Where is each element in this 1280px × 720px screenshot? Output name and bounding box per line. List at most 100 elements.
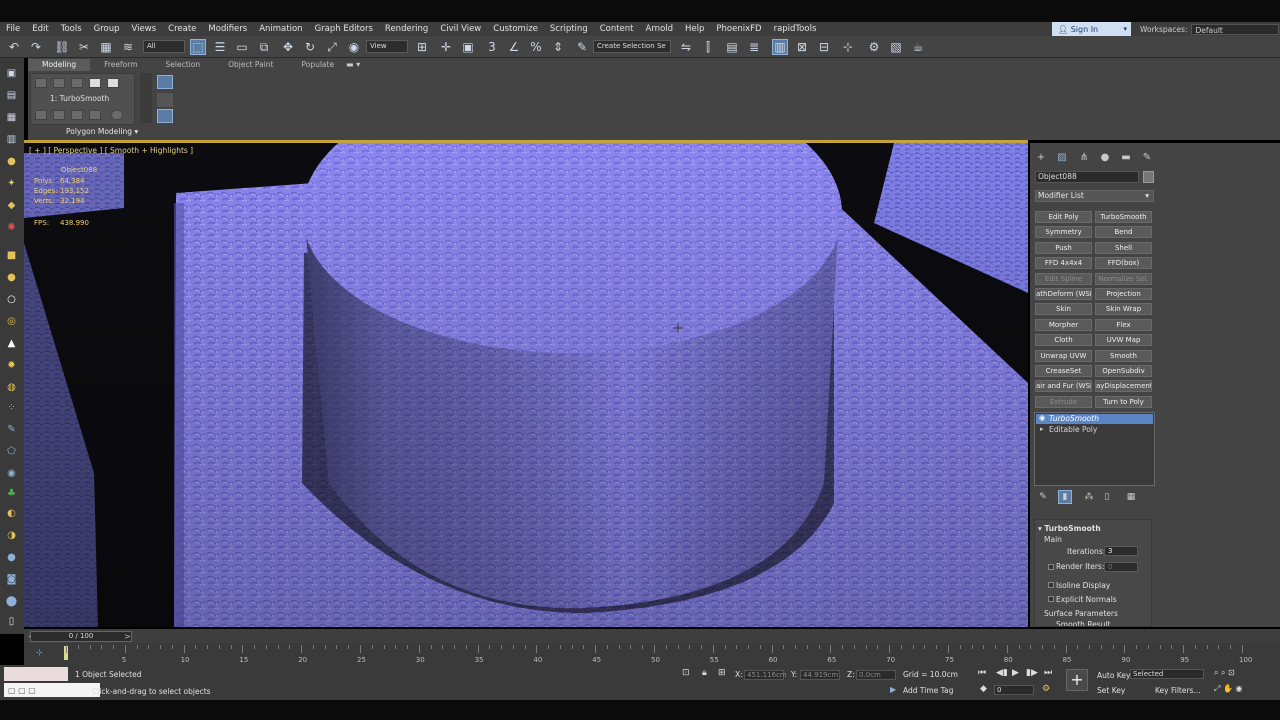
- ribbon-tool-button[interactable]: [89, 110, 101, 120]
- menu-file[interactable]: File: [0, 24, 26, 34]
- menu-tools[interactable]: Tools: [55, 24, 88, 34]
- isoline-checkbox[interactable]: [1048, 582, 1054, 588]
- scene-explorer-icon[interactable]: ▤: [4, 88, 19, 103]
- time-tag-icon[interactable]: ▶: [890, 685, 896, 694]
- modifier-button[interactable]: CreaseSet: [1035, 365, 1092, 377]
- modifier-button[interactable]: air and Fur (WSM: [1035, 380, 1092, 393]
- modifier-button[interactable]: Unwrap UVW: [1035, 349, 1092, 362]
- pin-stack-icon[interactable]: ✎: [1036, 490, 1050, 504]
- modifier-button[interactable]: Turn to Poly: [1095, 395, 1152, 408]
- grid-icon[interactable]: ▥: [4, 132, 19, 147]
- goto-end-icon[interactable]: ⏭: [1044, 668, 1052, 678]
- object-color-swatch[interactable]: [1143, 171, 1154, 183]
- ribbon-tool-button[interactable]: [71, 78, 83, 88]
- prev-key-icon[interactable]: ◀▮: [996, 668, 1008, 678]
- modifier-button[interactable]: ayDisplacementM: [1095, 380, 1152, 393]
- eye-icon[interactable]: ◉: [1039, 414, 1045, 422]
- modifier-button[interactable]: Skin Wrap: [1095, 303, 1152, 316]
- curve-editor-icon[interactable]: ⊠: [794, 39, 810, 55]
- modifier-button[interactable]: Morpher: [1035, 318, 1092, 331]
- menu-phoenixfd[interactable]: PhoenixFD: [710, 24, 767, 34]
- show-end-result-icon[interactable]: ▮: [1058, 490, 1072, 504]
- menu-animation[interactable]: Animation: [253, 24, 308, 34]
- selection-filter-dropdown[interactable]: All: [143, 40, 185, 53]
- workspace-dropdown[interactable]: Default: [1191, 23, 1280, 35]
- perspective-viewport[interactable]: [24, 143, 1028, 627]
- cylinder-icon[interactable]: ○: [4, 292, 19, 307]
- next-frame-icon[interactable]: >: [124, 632, 131, 641]
- align-icon[interactable]: ⫿: [700, 39, 716, 55]
- rectangular-selection-icon[interactable]: ▭: [234, 39, 250, 55]
- render-setup-icon[interactable]: ⚙: [866, 39, 882, 55]
- link-icon[interactable]: ⛓: [54, 39, 70, 55]
- curve-editor-mini-icon[interactable]: ⊹: [36, 648, 43, 657]
- ribbon-tool-button[interactable]: [53, 78, 65, 88]
- pan-icon[interactable]: ⤢ ✋ ◉: [1214, 684, 1242, 694]
- utilities-tab-icon[interactable]: ✎: [1140, 151, 1154, 163]
- ribbon-tab-freeform[interactable]: Freeform: [90, 59, 151, 71]
- shape-icon[interactable]: ⬠: [4, 444, 19, 459]
- modifier-button[interactable]: athDeform (WSM: [1035, 288, 1092, 300]
- next-key-icon[interactable]: ▮▶: [1026, 668, 1038, 678]
- explicit-normals-checkbox[interactable]: [1048, 596, 1054, 602]
- modify-tab-icon[interactable]: ▨: [1055, 151, 1069, 163]
- menu-group[interactable]: Group: [88, 24, 126, 34]
- set-key-plus-icon[interactable]: +: [1066, 669, 1088, 691]
- menu-rendering[interactable]: Rendering: [379, 24, 434, 34]
- select-object-icon[interactable]: ⬚: [190, 39, 206, 55]
- stack-item-editable-poly[interactable]: Editable Poly: [1036, 425, 1153, 435]
- modifier-button[interactable]: Flex: [1095, 318, 1152, 331]
- menu-content[interactable]: Content: [594, 24, 640, 34]
- menu-modifiers[interactable]: Modifiers: [202, 24, 253, 34]
- render-element-icon[interactable]: ⬤: [4, 594, 19, 609]
- modifier-button[interactable]: FFD 4x4x4: [1035, 257, 1092, 270]
- modifier-button[interactable]: Edit Spline: [1035, 272, 1092, 285]
- named-selection-dropdown[interactable]: Create Selection Se: [593, 40, 671, 53]
- material-editor-icon[interactable]: ⊹: [840, 39, 856, 55]
- sign-in-button[interactable]: 👤︎ Sign In ▾: [1052, 22, 1131, 36]
- make-unique-icon[interactable]: ⁂: [1082, 490, 1096, 504]
- ribbon-tool-button[interactable]: [71, 110, 83, 120]
- y-coordinate-field[interactable]: 44.919cm: [800, 670, 840, 680]
- vray-icon[interactable]: ●: [4, 550, 19, 565]
- particle-icon[interactable]: ⁘: [4, 400, 19, 415]
- select-by-name-icon[interactable]: ☰: [212, 39, 228, 55]
- globe-icon[interactable]: ◉: [4, 466, 19, 481]
- render-iters-spinner[interactable]: 0: [1104, 562, 1138, 572]
- move-icon[interactable]: ✥: [280, 39, 296, 55]
- place-icon[interactable]: ◉: [346, 39, 362, 55]
- z-coordinate-field[interactable]: 0.0cm: [856, 670, 896, 680]
- iterations-spinner[interactable]: 3: [1104, 546, 1138, 556]
- ribbon-tab-selection[interactable]: Selection: [152, 59, 215, 71]
- layer-explorer-icon[interactable]: ≣: [746, 39, 762, 55]
- unlink-icon[interactable]: ✂: [76, 39, 92, 55]
- teapot-icon[interactable]: ◍: [4, 380, 19, 395]
- time-config-icon[interactable]: ⚙: [1042, 684, 1050, 694]
- reference-coordinate-dropdown[interactable]: View: [366, 40, 408, 53]
- scene-explorer-icon[interactable]: ▤: [724, 39, 740, 55]
- keyboard-shortcut-icon[interactable]: ▣: [460, 39, 476, 55]
- modifier-button[interactable]: Bend: [1095, 226, 1152, 239]
- object-name-field[interactable]: Object088: [1035, 171, 1139, 183]
- scale-icon[interactable]: ⤢: [324, 39, 340, 55]
- hierarchy-tab-icon[interactable]: ⋔: [1077, 151, 1091, 163]
- zoom-icon[interactable]: ⌕ ⌕ ⊡: [1214, 668, 1235, 678]
- menu-help[interactable]: Help: [679, 24, 710, 34]
- ribbon-tool-button[interactable]: [35, 110, 47, 120]
- expand-arrow-icon[interactable]: ▸: [1040, 425, 1044, 433]
- x-coordinate-field[interactable]: 451.116cm: [744, 670, 787, 680]
- key-mode-dropdown[interactable]: Selected: [1130, 669, 1204, 679]
- modifier-button[interactable]: FFD(box): [1095, 257, 1152, 270]
- modifier-button[interactable]: TurboSmooth: [1095, 211, 1152, 223]
- edit-named-selection-icon[interactable]: ✎: [574, 39, 590, 55]
- create-tab-icon[interactable]: +: [1034, 151, 1048, 163]
- ribbon-tool-button[interactable]: [53, 110, 65, 120]
- cone-icon[interactable]: ▲: [4, 336, 19, 351]
- modifier-button[interactable]: Skin: [1035, 303, 1092, 316]
- schematic-view-icon[interactable]: ⊟: [816, 39, 832, 55]
- sun-icon[interactable]: ✹: [4, 358, 19, 373]
- modifier-button[interactable]: Shell: [1095, 241, 1152, 254]
- configure-sets-icon[interactable]: ▦: [1124, 490, 1138, 504]
- viewport-label-menu[interactable]: [ + ] [ Perspective ] [ Smooth + Highlig…: [29, 146, 193, 155]
- modifier-button[interactable]: OpenSubdiv: [1095, 365, 1152, 377]
